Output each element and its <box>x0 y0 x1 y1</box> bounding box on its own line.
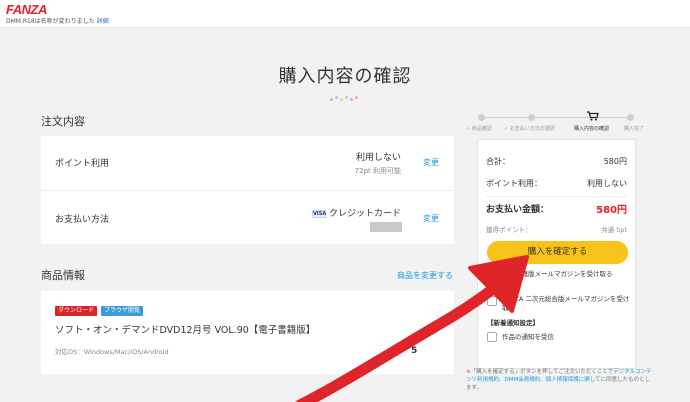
divider <box>41 190 454 191</box>
step-4-label: 購入完了 <box>624 126 645 132</box>
payment-method-text: クレジットカード <box>328 209 401 219</box>
site-header: FANZA DMM.R18は名称が変わりました 詳細 <box>0 0 690 28</box>
visa-card-icon: VISA <box>311 209 327 218</box>
masked-card-number <box>370 222 402 232</box>
cart-icon <box>587 111 599 121</box>
total-label: 合計： <box>486 157 510 166</box>
product-price: 5 <box>411 346 418 356</box>
product-title[interactable]: ソフト・オン・デマンドDVD12月号 VOL.90【電子書籍版】 <box>55 322 315 336</box>
payment-label: お支払い方法 <box>55 215 110 225</box>
rename-notice: DMM.R18は名称が変わりました 詳細 <box>6 16 109 25</box>
notify-settings-title: 【新着通知設定】 <box>487 319 539 327</box>
earn-points-label: 獲得ポイント： <box>486 226 532 234</box>
points-available: 72pt 利用可能 <box>354 167 401 175</box>
points-label: ポイント利用 <box>55 159 110 169</box>
badge-browser: ブラウザ閲覧 <box>101 306 144 316</box>
newsletter-ebook-checkbox[interactable] <box>487 271 497 281</box>
pay-amount-value: 580円 <box>596 205 627 216</box>
total-value: 580円 <box>603 157 627 166</box>
notify-works-label: 作品の通知を受信 <box>502 333 554 341</box>
rename-notice-text: DMM.R18は名称が変わりました <box>6 18 95 25</box>
change-product-link[interactable]: 商品を変更する <box>397 270 453 281</box>
steps-line <box>482 117 630 118</box>
notify-works-checkbox[interactable] <box>487 332 497 342</box>
change-points-link[interactable]: 変更 <box>423 157 439 168</box>
step-2-label: ✓ お支払い方法の選択 <box>504 126 555 132</box>
points-value: 利用しない <box>355 153 401 163</box>
summary-divider <box>486 196 627 197</box>
purchase-steps: ✓ 商品確認 ✓ お支払い方法の選択 購入内容の確認 購入完了 <box>462 111 652 136</box>
step-3-label: 購入内容の確認 <box>574 126 610 132</box>
step-1-label: ✓ 商品確認 <box>466 126 492 132</box>
change-payment-link[interactable]: 変更 <box>423 213 439 224</box>
page-title: 購入内容の確認 <box>278 66 412 87</box>
badge-download: ダウンロード <box>55 306 98 316</box>
points-use-value: 利用しない <box>587 179 627 188</box>
rename-detail-link[interactable]: 詳細 <box>97 18 109 25</box>
step-dot-1 <box>478 114 485 121</box>
terms-notice: ※「購入を確定する」ボタンを押してご注文いただくことでデジタルコンテンツ利用規約… <box>466 368 652 392</box>
points-use-label: ポイント利用： <box>486 179 542 188</box>
product-os: 対応OS：Windows/Mac/iOS/Android <box>55 348 169 356</box>
payment-value: VISA クレジットカード <box>241 206 401 219</box>
fanza-logo[interactable]: FANZA <box>6 2 47 17</box>
order-section-title: 注文内容 <box>41 115 85 128</box>
step-dot-2 <box>528 114 535 121</box>
pay-amount-label: お支払い金額： <box>486 205 550 215</box>
terms-prefix: ※「購入を確定する」ボタンを押してご注文いただくことで <box>466 369 614 375</box>
step-dot-4 <box>627 114 634 121</box>
confirm-purchase-button[interactable]: 購入を確定する <box>487 241 628 264</box>
order-summary: 合計： 580円 ポイント利用： 利用しない お支払い金額： 580円 獲得ポイ… <box>477 139 636 369</box>
newsletter-2d-label: FANZA 二次元総合版メールマガジンを受け取る <box>502 295 630 312</box>
newsletter-2d-checkbox[interactable] <box>487 296 497 306</box>
newsletter-ebook-label: 電子書籍版メールマガジンを受け取る <box>502 270 613 278</box>
product-section-title: 商品情報 <box>41 269 85 282</box>
product-card: ダウンロード ブラウザ閲覧 ソフト・オン・デマンドDVD12月号 VOL.90【… <box>41 291 454 374</box>
decorative-dots-icon <box>330 96 360 102</box>
earn-points-value: 共通 5pt <box>601 226 627 234</box>
